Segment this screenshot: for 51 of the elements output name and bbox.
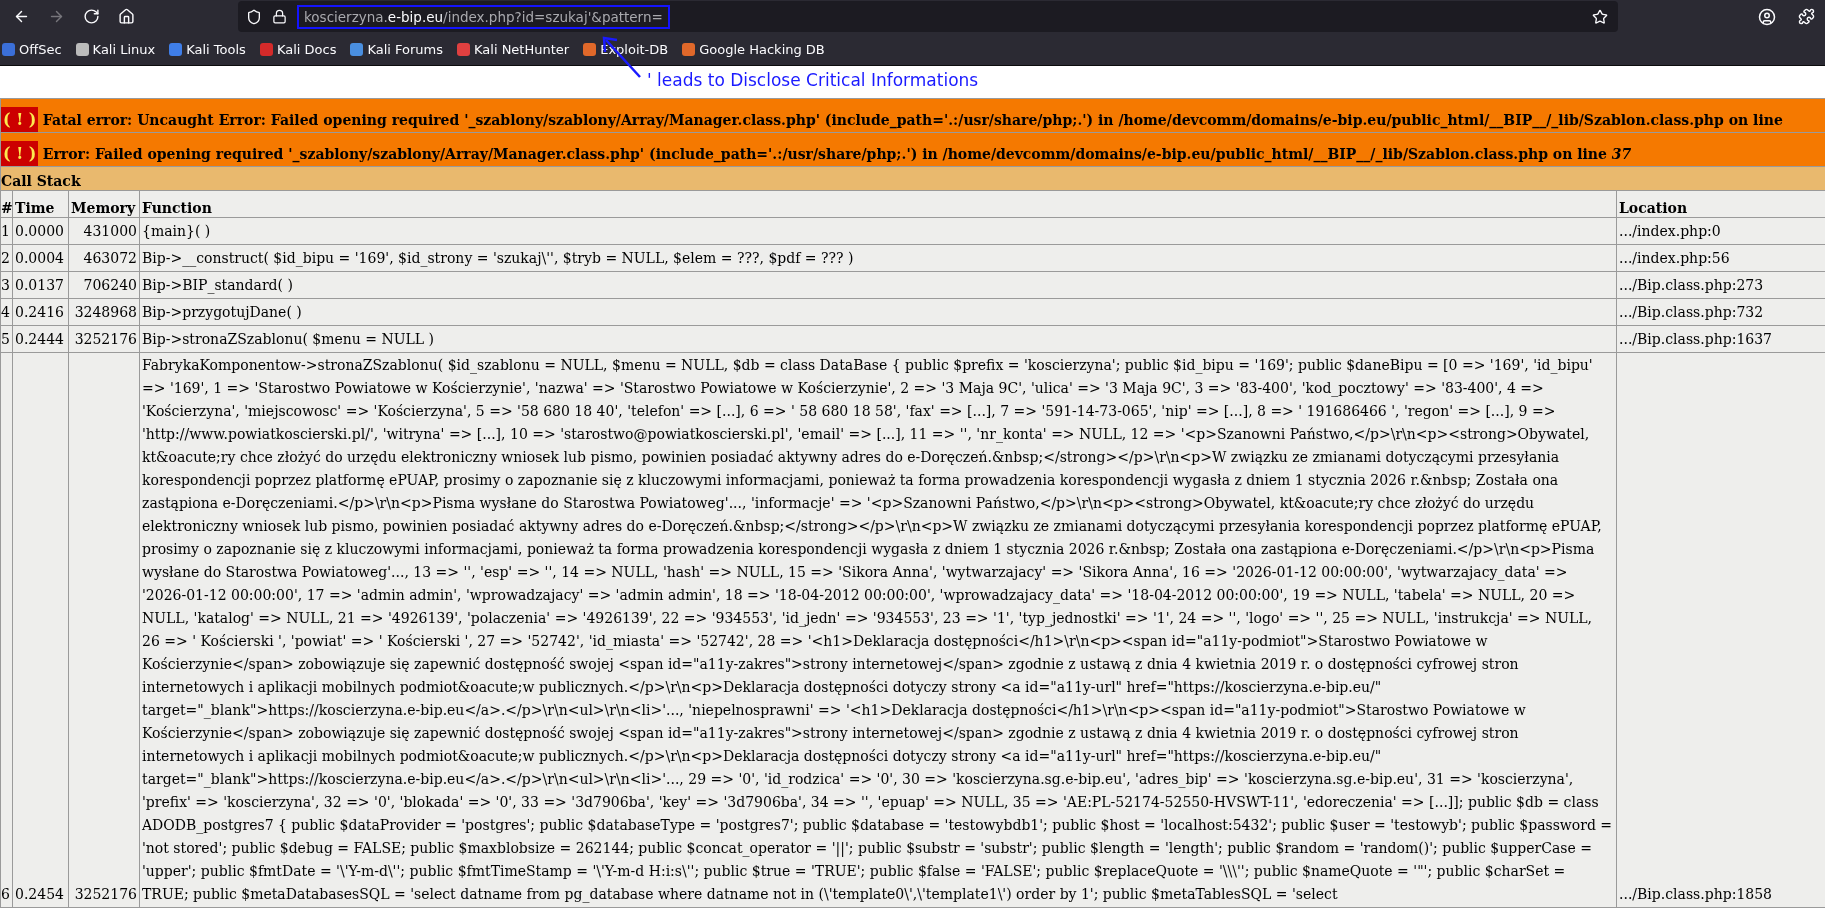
star-icon[interactable] [1592, 8, 1608, 25]
address-bar[interactable]: koscierzyna.e-bip.eu/index.php?id=szukaj'&pattern= [238, 1, 1618, 32]
table-cell: 463072 [68, 244, 140, 272]
table-cell: .../index.php:56 [1616, 244, 1825, 272]
column-header: Location [1616, 190, 1825, 218]
bookmark-link[interactable]: Google Hacking DB [682, 41, 825, 57]
table-cell: .../Bip.class.php:732 [1616, 298, 1825, 326]
table-cell: 0.2454 [12, 352, 69, 908]
puzzle-icon[interactable] [1798, 8, 1815, 25]
column-header: Function [139, 190, 1617, 218]
table-cell: 1 [0, 217, 13, 245]
table-cell: 3252176 [68, 325, 140, 353]
table-cell: 431000 [68, 217, 140, 245]
annotation-text: ' leads to Disclose Critical Informations [647, 70, 979, 90]
bookmark-link[interactable]: Kali NetHunter [457, 41, 570, 57]
table-cell: .../index.php:0 [1616, 217, 1825, 245]
table-cell: FabrykaKomponentow->stronaZSzablonu( $id_szablonu = NULL, $menu = NULL, $db = class DataBase { public $prefix = 'koscierzyna'; public $id_bipu = '169'; public $daneBipu = [0 => '169', 'id_bipu' => '169', 1 => 'Starostwo Powiatowe w Kościerzynie', 'nazwa' => 'Starostwo Powiatowe w Kościerzynie', 2 => '3 Maja 9C', 'ulica' => '3 Maja 9C', 3 => '83-400', 'kod_pocztowy' => '83-400', 4 => 'Kościerzyna', 'miejscowosc' => 'Kościerzyna', 5 => '58 680 18 40', 'telefon' => [...], 6 => ' 58 680 18 58', 'fax' => [...], 7 => '591-14-73-065', 'nip' => [...], 8 => ' 191686466 ', 'regon' => [...], 9 => 'http://www.powiatkoscierski.pl/', 'witryna' => [...], 10 => 'starostwo@powiatkoscierski.pl', 'email' => [...], 11 => '', 'nr_konta' => NULL, 12 => '<p>Szanowni Państwo,</p>\r\n<p><strong>Obywatel, kt&oacute;ry chce złożyć do urzędu elektroniczny wniosek lub pismo, powinien posiadać aktywny adres do e-Doręczeń.&nbsp;</strong></p>\r\n<p>W związku ze zmianami dotyczącymi przesyłania korespondencji poprzez platformę ePUAP, prosimy o zapoznanie się z kluczowymi informacjami, ponieważ ta forma prowadzenia korespondencji wygasła z dniem 1 stycznia 2026 r.&nbsp; Została ona zastąpiona e-Doręczeniami.</p>\r\n<p>Pisma wysłane do Starostwa Powiatoweg'..., 'informacje' => '<p>Szanowni Państwo,</p>\r\n<p><strong>Obywatel, kt&oacute;ry chce złożyć do urzędu elektroniczny wniosek lub pismo, powinien posiadać aktywny adres do e-Doręczeń.&nbsp;</strong></p>\r\n<p>W związku ze zmianami dotyczącymi przesyłania korespondencji poprzez platformę ePUAP, prosimy o zapoznanie się z kluczowymi informacjami, ponieważ ta forma prowadzenia korespondencji wygasła z dniem 1 stycznia 2026 r.&nbsp; Została ona zastąpiona e-Doręczeniami.</p>\r\n<p>Pisma wysłane do Starostwa Powiatoweg'..., 13 => '', 'esp' => '', 14 => NULL, 'hash' => NULL, 15 => 'Sikora Anna', 'wytwarzajacy' => 'Sikora Anna', 16 => '2026-01-12 00:00:00', 'wytwarzajacy_data' => '2026-01-12 00:00:00', 17 => 'admin admin', 'wprowadzajacy' => 'admin admin', 18 => '18-04-2012 00:00:00', 'wprowadzajacy_data' => '18-04-2012 00:00:00', 19 => NULL, 'tabela' => NULL, 20 => NULL, 'katalog' => NULL, 21 => '4926139', 'polaczenia' => '4926139', 22 => '934553', 'id_jedn' => '934553', 23 => '1', 'typ_jednostki' => '1', 24 => '', 'logo' => '', 25 => NULL, 'instrukcja' => NULL, 26 => ' Kościerski ', 'powiat' => ' Kościerski ', 27 => '52742', 'id_miasta' => '52742', 28 => '<h1>Deklaracja dostępności</h1>\r\n<p><span id="a11y-podmiot">Starostwo Powiatowe w Kościerzynie</span> zobowiązuje się zapewnić dostępność swojej <span id="a11y-zakres">strony internetowej</span> zgodnie z ustawą z dnia 4 kwietnia 2019 r. o dostępności cyfrowej stron internetowych i aplikacji mobilnych podmiot&oacute;w publicznych.</p>\r\n<p>Deklaracja dostępności dotyczy strony <a id="a11y-url" href="https://koscierzyna.e-bip.eu/" target="_blank">https://koscierzyna.e-bip.eu</a>.</p>\r\n<ul>\r\n<li>'..., 'niepelnosprawni' => '<h1>Deklaracja dostępności</h1>\r\n<p><span id="a11y-podmiot">Starostwo Powiatowe w Kościerzynie</span> zobowiązuje się zapewnić dostępność swojej <span id="a11y-zakres">strony internetowej</span> zgodnie z ustawą z dnia 4 kwietnia 2019 r. o dostępności cyfrowej stron internetowych i aplikacji mobilnych podmiot&oacute;w publicznych.</p>\r\n<p>Deklaracja dostępności dotyczy strony <a id="a11y-url" href="https://koscierzyna.e-bip.eu/" target="_blank">https://koscierzyna.e-bip.eu</a>.</p>\r\n<ul>\r\n<li>'..., 29 => '0', 'id_rodzica' => '0', 30 => 'koscierzyna.sg.e-bip.eu', 'adres_bip' => 'koscierzyna.sg.e-bip.eu', 31 => 'koscierzyna', 'prefix' => 'koscierzyna', 32 => '0', 'blokada' => '0', 33 => '3d7906ba', 'key' => '3d7906ba', 34 => '', 'epuap' => NULL, 35 => 'AE:PL-52174-52550-HVSWT-11', 'edoreczenia' => [...]]; public $db = class ADODB_postgres7 { public $dataProvider = 'postgres'; public $databaseType = 'postgres7'; public $database = 'testowybdb1'; public $host = 'localhost:5432'; public $user = 'testowyb'; public $password = 'not stored'; public $debug = FALSE; public $maxblobsize = 262144; public $concat_operator = '||'; public $substr = 'substr'; public $length = 'length'; public $random = 'random()'; public $upperCase = 'upper'; public $fmtDate = '\'Y-m-d\''; public $fmtTimeStamp = '\'Y-m-d H:i:s\''; public $true = 'TRUE'; public $false = 'FALSE'; public $replaceQuote = '\\\''; public $nameQuote = '"'; public $charSet = TRUE; public $metaDatabasesSQL = 'select datname from pg_database where datname not in (\'template0\',\'template1\') order by 1'; public $metaTablesSQL = 'select [139, 352, 1617, 908]
table-cell: Bip->__construct( $id_bipu = '169', $id_strony = 'szukaj\'', $tryb = NULL, $elem = ???, $pdf = ??? ) [139, 244, 1617, 272]
call-stack-title: Call Stack [0, 166, 1825, 191]
home-icon[interactable] [118, 8, 135, 25]
bookmark-link[interactable]: Kali Docs [259, 41, 337, 57]
table-cell: 5 [0, 325, 13, 353]
table-cell: Bip->BIP_standard( ) [139, 271, 1617, 299]
error-message: Fatal error: Uncaught Error: Failed opening required '_szablony/szablony/Array/Manager.class.php' (include_path='.:/usr/share/php;.') in /home/devcomm/domains/e-bip.eu/public_html/__BIP__/_lib/Szablon.class.php on line [42, 112, 1783, 128]
table-cell: 6 [0, 352, 13, 908]
table-cell: 3248968 [68, 298, 140, 326]
column-header: Memory [68, 190, 140, 218]
bookmark-link[interactable]: OffSec [2, 41, 62, 57]
shield-icon[interactable] [246, 8, 262, 25]
error-icon: ( ! ) [1, 107, 39, 132]
table-cell: Bip->stronaZSzablonu( $menu = NULL ) [139, 325, 1617, 353]
table-cell: .../Bip.class.php:1637 [1616, 325, 1825, 353]
table-cell: 3252176 [68, 352, 140, 908]
table-cell: 4 [0, 298, 13, 326]
bookmark-link[interactable]: Kali Forums [350, 41, 444, 57]
table-cell: 3 [0, 271, 13, 299]
reload-icon[interactable] [83, 8, 100, 25]
table-cell: .../Bip.class.php:273 [1616, 271, 1825, 299]
error-icon: ( ! ) [1, 141, 39, 166]
error-message: Error: Failed opening required '_szablony/szablony/Array/Manager.class.php' (include_path='.:/usr/share/php;.') in /home/devcomm/domains/e-bip.eu/public_html/__BIP__/_lib/Szablon.class.php on line 37 [42, 146, 1632, 162]
table-cell: 706240 [68, 271, 140, 299]
table-cell: {main}( ) [139, 217, 1617, 245]
account-icon[interactable] [1758, 7, 1776, 26]
url-text: koscierzyna.e-bip.eu/index.php?id=szukaj'&pattern= [304, 8, 663, 25]
column-header: # [0, 190, 13, 218]
table-cell: .../Bip.class.php:1858 [1616, 352, 1825, 908]
table-cell: Bip->przygotujDane( ) [139, 298, 1617, 326]
bookmark-link[interactable]: Kali Tools [169, 41, 246, 57]
lock-icon[interactable] [272, 9, 287, 24]
table-cell: 2 [0, 244, 13, 272]
bookmark-link[interactable]: Kali Linux [75, 41, 156, 57]
